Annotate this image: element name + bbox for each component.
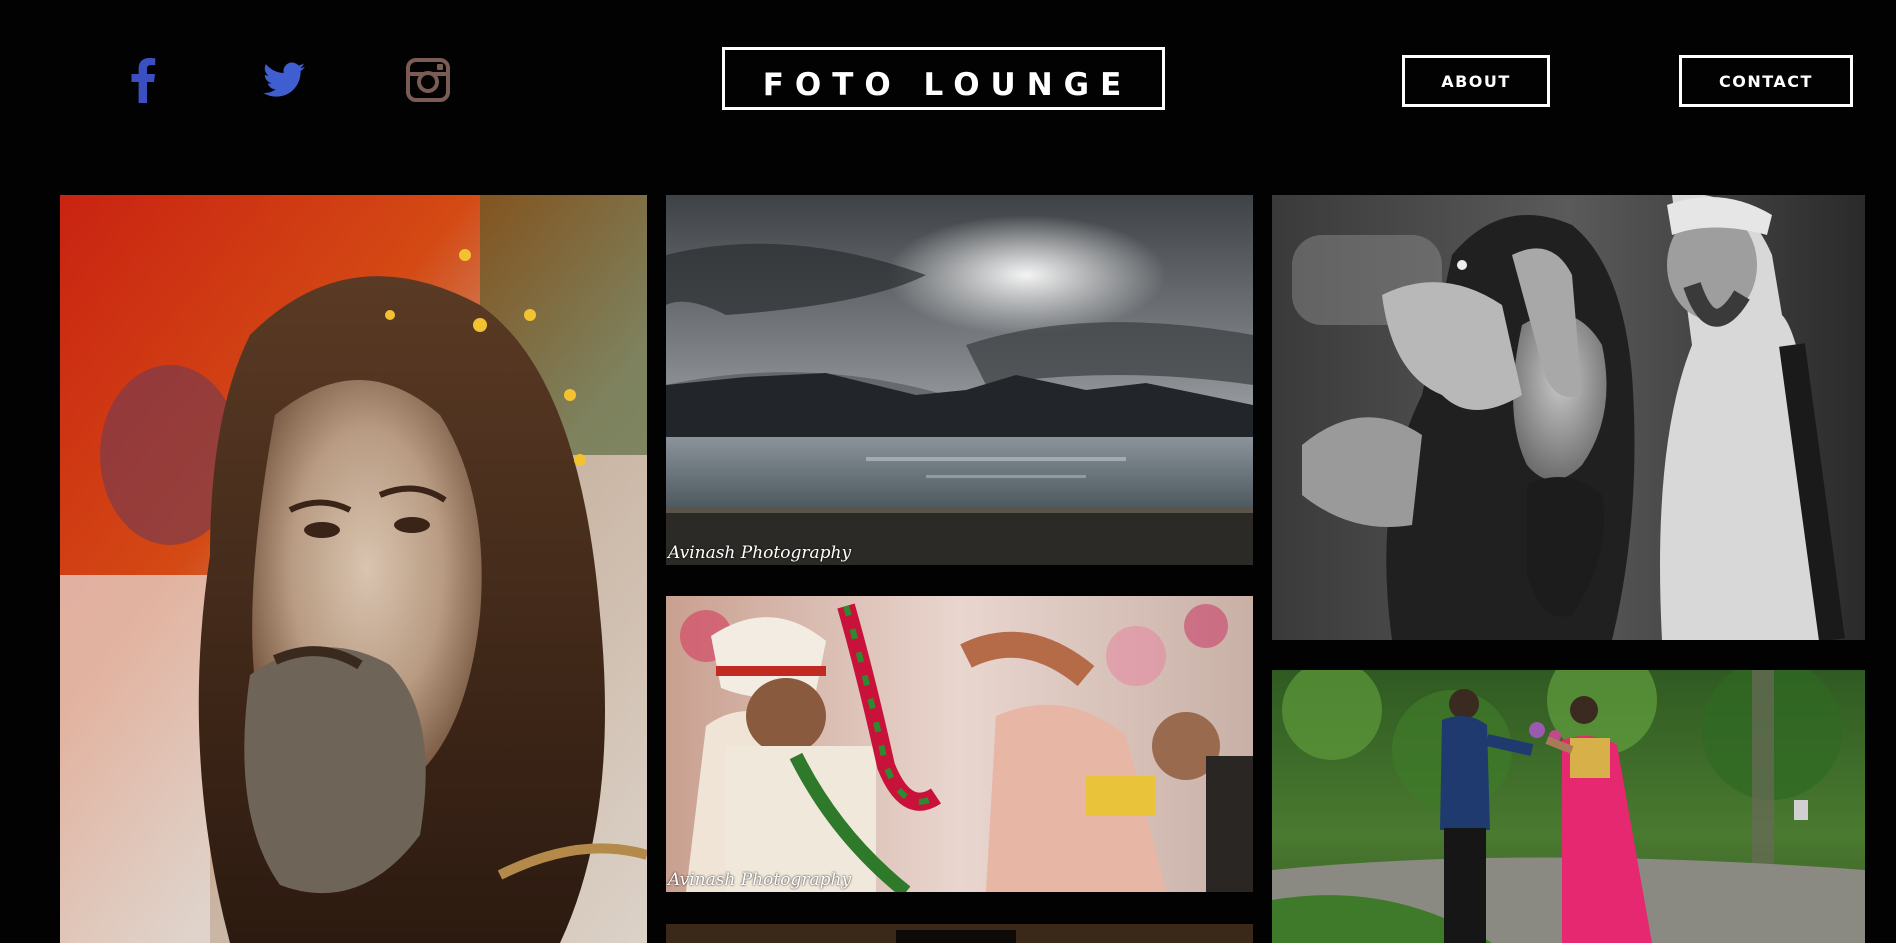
photo-image — [1272, 195, 1865, 640]
about-button[interactable]: ABOUT — [1402, 55, 1550, 107]
photo-watermark: Avinash Photography — [668, 870, 852, 890]
gallery-photo-portrait-color[interactable] — [60, 195, 647, 943]
site-logo[interactable]: FOTO LOUNGE — [722, 47, 1165, 110]
photo-image — [1272, 670, 1865, 943]
contact-button[interactable]: CONTACT — [1679, 55, 1853, 107]
photo-watermark: Avinash Photography — [668, 543, 852, 563]
photo-image — [666, 924, 1253, 943]
gallery-photo-partial[interactable] — [666, 924, 1253, 943]
photo-image — [666, 195, 1253, 565]
page: FOTO LOUNGE ABOUT CONTACT Avinash Photog… — [0, 0, 1896, 943]
gallery-photo-black-white[interactable] — [1272, 195, 1865, 640]
twitter-icon — [263, 62, 305, 97]
photo-image — [60, 195, 647, 943]
facebook-link[interactable] — [113, 50, 173, 110]
instagram-link[interactable] — [398, 50, 458, 110]
logo-text: FOTO LOUNGE — [762, 66, 1133, 103]
gallery-photo-couple-forest[interactable] — [1272, 670, 1865, 943]
twitter-link[interactable] — [254, 50, 314, 110]
photo-image — [666, 596, 1253, 892]
facebook-icon — [131, 58, 156, 103]
gallery-photo-landscape[interactable]: Avinash Photography — [666, 195, 1253, 565]
instagram-icon — [406, 58, 450, 102]
gallery-photo-wedding[interactable]: Avinash Photography — [666, 596, 1253, 892]
